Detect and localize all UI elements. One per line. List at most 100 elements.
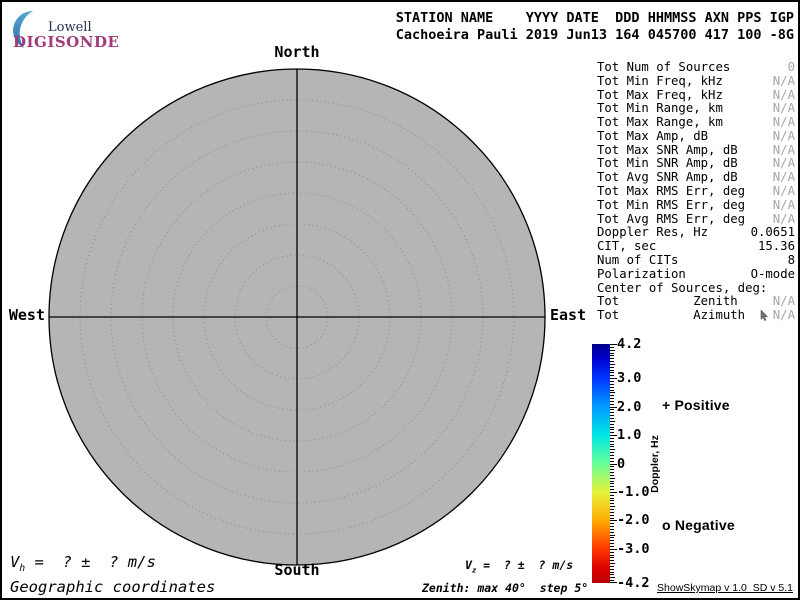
colorbar-tick — [610, 543, 614, 544]
colorbar-tick — [610, 367, 614, 368]
colorbar-tick — [610, 455, 614, 456]
colorbar-tick — [610, 560, 614, 561]
vz-symbol: V — [465, 558, 472, 572]
stat-label: Tot Max RMS Err, deg — [597, 184, 745, 198]
showskymap-window: Lowell DIGISONDE STATION NAME YYYY DATE … — [0, 0, 800, 600]
stat-row: Center of Sources, deg: — [597, 281, 795, 295]
vz-value: = ? ± ? m/s — [476, 558, 573, 572]
legend-positive-label: Positive — [674, 397, 729, 413]
colorbar-tick — [610, 344, 617, 345]
colorbar-tick — [610, 469, 614, 470]
colorbar-tick — [610, 353, 614, 354]
colorbar-tick — [610, 540, 614, 541]
colorbar-tick — [610, 500, 614, 501]
colorbar-tick — [610, 415, 614, 416]
stat-label: Tot Min Range, km — [597, 101, 723, 115]
cursor-icon — [760, 310, 769, 321]
colorbar-tick — [610, 458, 614, 459]
stat-value: 8 — [788, 253, 795, 267]
colorbar-tick — [610, 441, 614, 442]
stat-row: Tot Num of Sources0 — [597, 60, 795, 74]
stat-value: N/A — [773, 129, 795, 143]
colorbar-tick — [610, 370, 614, 371]
colorbar-tick — [610, 466, 614, 467]
colorbar-tick-label: 4.2 — [617, 336, 641, 352]
skymap-plot — [47, 67, 547, 567]
stat-label: Polarization — [597, 267, 686, 281]
version-text: ShowSkymap v 1.0 SD v 5.1 — [657, 582, 793, 594]
stat-label: Tot Avg RMS Err, deg — [597, 212, 745, 226]
plus-marker-icon: + — [662, 397, 670, 413]
stat-row: Tot Max Range, kmN/A — [597, 115, 795, 129]
colorbar-tick — [610, 461, 614, 462]
zenith-scale-note: Zenith: max 40° step 5° — [422, 581, 588, 595]
stat-label: Tot Max SNR Amp, dB — [597, 143, 738, 157]
colorbar-tick — [610, 381, 614, 382]
stat-label: Num of CITs — [597, 253, 678, 267]
stat-label: Tot Min RMS Err, deg — [597, 198, 745, 212]
legend-negative-label: Negative — [675, 517, 735, 533]
stat-value: N/A — [773, 198, 795, 212]
colorbar-tick — [610, 358, 614, 359]
colorbar-tick — [610, 478, 615, 479]
colorbar-tick — [610, 557, 614, 558]
stat-label: Tot Num of Sources — [597, 60, 730, 74]
colorbar-tick — [610, 449, 615, 450]
colorbar-tick — [610, 392, 615, 393]
stat-value: N/A — [773, 115, 795, 129]
stat-label: Tot Min Freq, kHz — [597, 74, 723, 88]
colorbar-gradient — [592, 344, 610, 583]
stat-row: Tot Avg SNR Amp, dBN/A — [597, 170, 795, 184]
colorbar-tick — [610, 432, 614, 433]
colorbar-tick — [610, 435, 617, 436]
colorbar-tick — [610, 464, 617, 465]
stat-value: N/A — [773, 143, 795, 157]
stat-value: 15.36 — [758, 239, 795, 253]
station-header-columns: STATION NAME YYYY DATE DDD HHMMSS AXN PP… — [396, 10, 794, 26]
colorbar-tick — [610, 549, 617, 550]
colorbar-tick — [610, 509, 614, 510]
vh-value: = ? ± ? m/s — [25, 553, 156, 571]
colorbar-tick-label: 1.0 — [617, 427, 641, 443]
stat-value: N/A — [773, 170, 795, 184]
colorbar-tick — [610, 498, 614, 499]
colorbar-tick — [610, 532, 614, 533]
vertical-velocity-readout: Vz = ? ± ? m/s — [465, 558, 573, 574]
colorbar-tick — [610, 577, 615, 578]
colorbar-tick — [610, 515, 614, 516]
stat-value: N/A — [773, 308, 795, 322]
compass-label-south: South — [272, 561, 322, 579]
stat-value: N/A — [773, 156, 795, 170]
colorbar-tick-label: -4.2 — [617, 575, 650, 591]
colorbar-tick — [610, 537, 614, 538]
logo-text-digisonde: DIGISONDE — [13, 33, 119, 51]
colorbar-tick — [610, 412, 614, 413]
colorbar-tick — [610, 569, 614, 570]
stat-label: Tot Max Freq, kHz — [597, 88, 723, 102]
colorbar-tick — [610, 404, 614, 405]
colorbar-tick — [610, 518, 614, 519]
colorbar-tick — [610, 446, 614, 447]
stat-row: Tot ZenithN/A — [597, 295, 795, 309]
colorbar-tick — [610, 347, 614, 348]
stat-row: Num of CITs 8 — [597, 253, 795, 267]
colorbar-tick-label: -1.0 — [617, 484, 650, 500]
colorbar-tick — [610, 418, 614, 419]
stat-row: Tot Max Freq, kHzN/A — [597, 88, 795, 102]
circle-marker-icon: o — [662, 517, 671, 533]
horizontal-velocity-readout: Vh = ? ± ? m/s — [10, 553, 156, 574]
colorbar-tick — [610, 398, 614, 399]
colorbar-tick — [610, 552, 614, 553]
colorbar-tick-label: 0 — [617, 456, 625, 472]
colorbar-tick — [610, 555, 614, 556]
stat-value: O-mode — [751, 267, 795, 281]
colorbar-tick — [610, 390, 614, 391]
colorbar-tick — [610, 529, 614, 530]
stat-value: N/A — [773, 184, 795, 198]
colorbar-tick — [610, 378, 617, 379]
station-header-values: Cachoeira Pauli 2019 Jun13 164 045700 41… — [396, 27, 794, 43]
stat-row: Polarization O-mode — [597, 267, 795, 281]
colorbar-tick — [610, 409, 614, 410]
stat-label: CIT, sec — [597, 239, 656, 253]
colorbar-tick — [610, 472, 614, 473]
